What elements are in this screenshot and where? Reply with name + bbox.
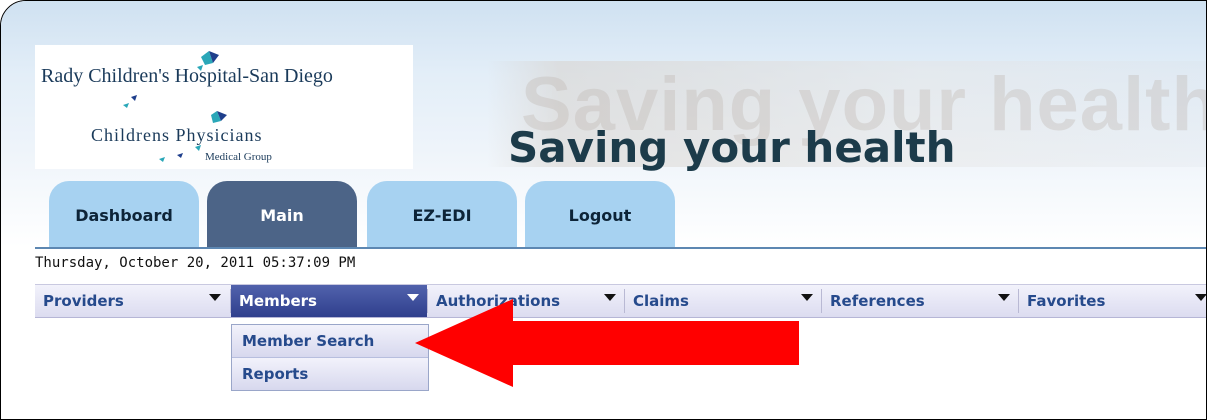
- dropdown-label: Reports: [242, 365, 309, 383]
- logo-dots-icon: [159, 145, 201, 162]
- menu-item-reports[interactable]: Reports: [232, 358, 428, 390]
- tab-dashboard[interactable]: Dashboard: [49, 181, 199, 249]
- group-name: Childrens Physicians: [91, 125, 263, 145]
- hospital-name: Rady Children's Hospital-San Diego: [41, 65, 333, 87]
- header-banner: Saving your health Rady Children's Hospi…: [1, 1, 1206, 249]
- chevron-down-icon: [1195, 294, 1206, 301]
- tab-main[interactable]: Main: [207, 181, 357, 249]
- tab-ez-edi[interactable]: EZ-EDI: [367, 181, 517, 249]
- dropdown-label: Member Search: [242, 332, 375, 350]
- chevron-down-icon: [998, 294, 1010, 301]
- tab-label: Dashboard: [75, 205, 173, 225]
- menu-references[interactable]: References: [822, 285, 1018, 317]
- menu-label: Providers: [43, 292, 124, 310]
- menu-providers[interactable]: Providers: [35, 285, 230, 317]
- menu-label: Favorites: [1027, 292, 1106, 310]
- slogan: Saving your health: [508, 123, 956, 172]
- tab-label: Logout: [568, 205, 632, 225]
- members-dropdown: Member Search Reports: [231, 324, 429, 391]
- logo-birds-small-icon: [123, 95, 137, 108]
- chevron-down-icon: [801, 294, 813, 301]
- menu-item-member-search[interactable]: Member Search: [232, 325, 428, 358]
- app-window: Saving your health Rady Children's Hospi…: [0, 0, 1207, 420]
- current-datetime: Thursday, October 20, 2011 05:37:09 PM: [35, 255, 356, 271]
- menu-favorites[interactable]: Favorites: [1019, 285, 1206, 317]
- menu-members[interactable]: Members: [231, 285, 427, 317]
- menu-label: References: [830, 292, 925, 310]
- tab-label: Main: [260, 205, 304, 225]
- tab-label: EZ-EDI: [412, 205, 472, 225]
- tab-divider: [35, 247, 1206, 249]
- chevron-down-icon: [209, 294, 221, 301]
- tab-logout[interactable]: Logout: [525, 181, 675, 249]
- menu-label: Members: [239, 292, 317, 310]
- hospital-logo[interactable]: Rady Children's Hospital-San Diego Child…: [35, 45, 413, 169]
- red-arrow-icon: [415, 299, 799, 387]
- group-subtitle: Medical Group: [205, 151, 272, 163]
